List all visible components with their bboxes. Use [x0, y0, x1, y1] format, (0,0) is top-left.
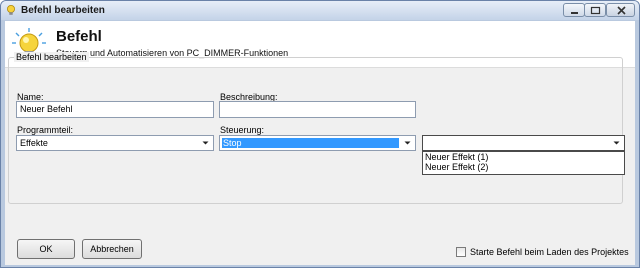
steuerung-label: Steuerung:	[220, 125, 265, 135]
dropdown-option[interactable]: Neuer Effekt (1)	[423, 152, 624, 162]
ok-button[interactable]: OK	[17, 239, 75, 259]
description-input[interactable]	[219, 101, 416, 118]
programmteil-label: Programmteil:	[17, 125, 74, 135]
steuerung-select[interactable]: Stop	[219, 135, 416, 151]
effect-dropdown-list: Neuer Effekt (1) Neuer Effekt (2)	[422, 151, 625, 175]
programmteil-select[interactable]: Effekte	[16, 135, 214, 151]
dropdown-option[interactable]: Neuer Effekt (2)	[423, 162, 624, 172]
command-groupbox	[8, 57, 623, 204]
chevron-down-icon	[404, 141, 411, 145]
start-on-load-label: Starte Befehl beim Laden des Projektes	[470, 247, 629, 257]
effect-select[interactable]	[422, 135, 625, 151]
title-bar[interactable]: Befehl bearbeiten	[1, 1, 639, 20]
name-input[interactable]: Neuer Befehl	[16, 101, 214, 118]
maximize-icon	[590, 6, 601, 15]
programmteil-value: Effekte	[20, 138, 48, 148]
lightbulb-icon	[7, 5, 15, 15]
header-title: Befehl	[56, 28, 102, 45]
window-title: Befehl bearbeiten	[21, 5, 105, 16]
start-on-load-checkbox[interactable]	[456, 247, 466, 257]
cancel-button[interactable]: Abbrechen	[82, 239, 142, 259]
minimize-button[interactable]	[563, 3, 585, 17]
maximize-button[interactable]	[584, 3, 606, 17]
minimize-icon	[571, 12, 578, 14]
close-button[interactable]	[606, 3, 635, 17]
close-icon	[617, 6, 626, 15]
chevron-down-icon	[202, 141, 209, 145]
chevron-down-icon	[613, 141, 620, 145]
steuerung-value: Stop	[222, 138, 399, 148]
dialog-window: Befehl bearbeiten Befehl Steuern und Aut…	[0, 0, 640, 268]
groupbox-label: Befehl bearbeiten	[14, 52, 89, 62]
